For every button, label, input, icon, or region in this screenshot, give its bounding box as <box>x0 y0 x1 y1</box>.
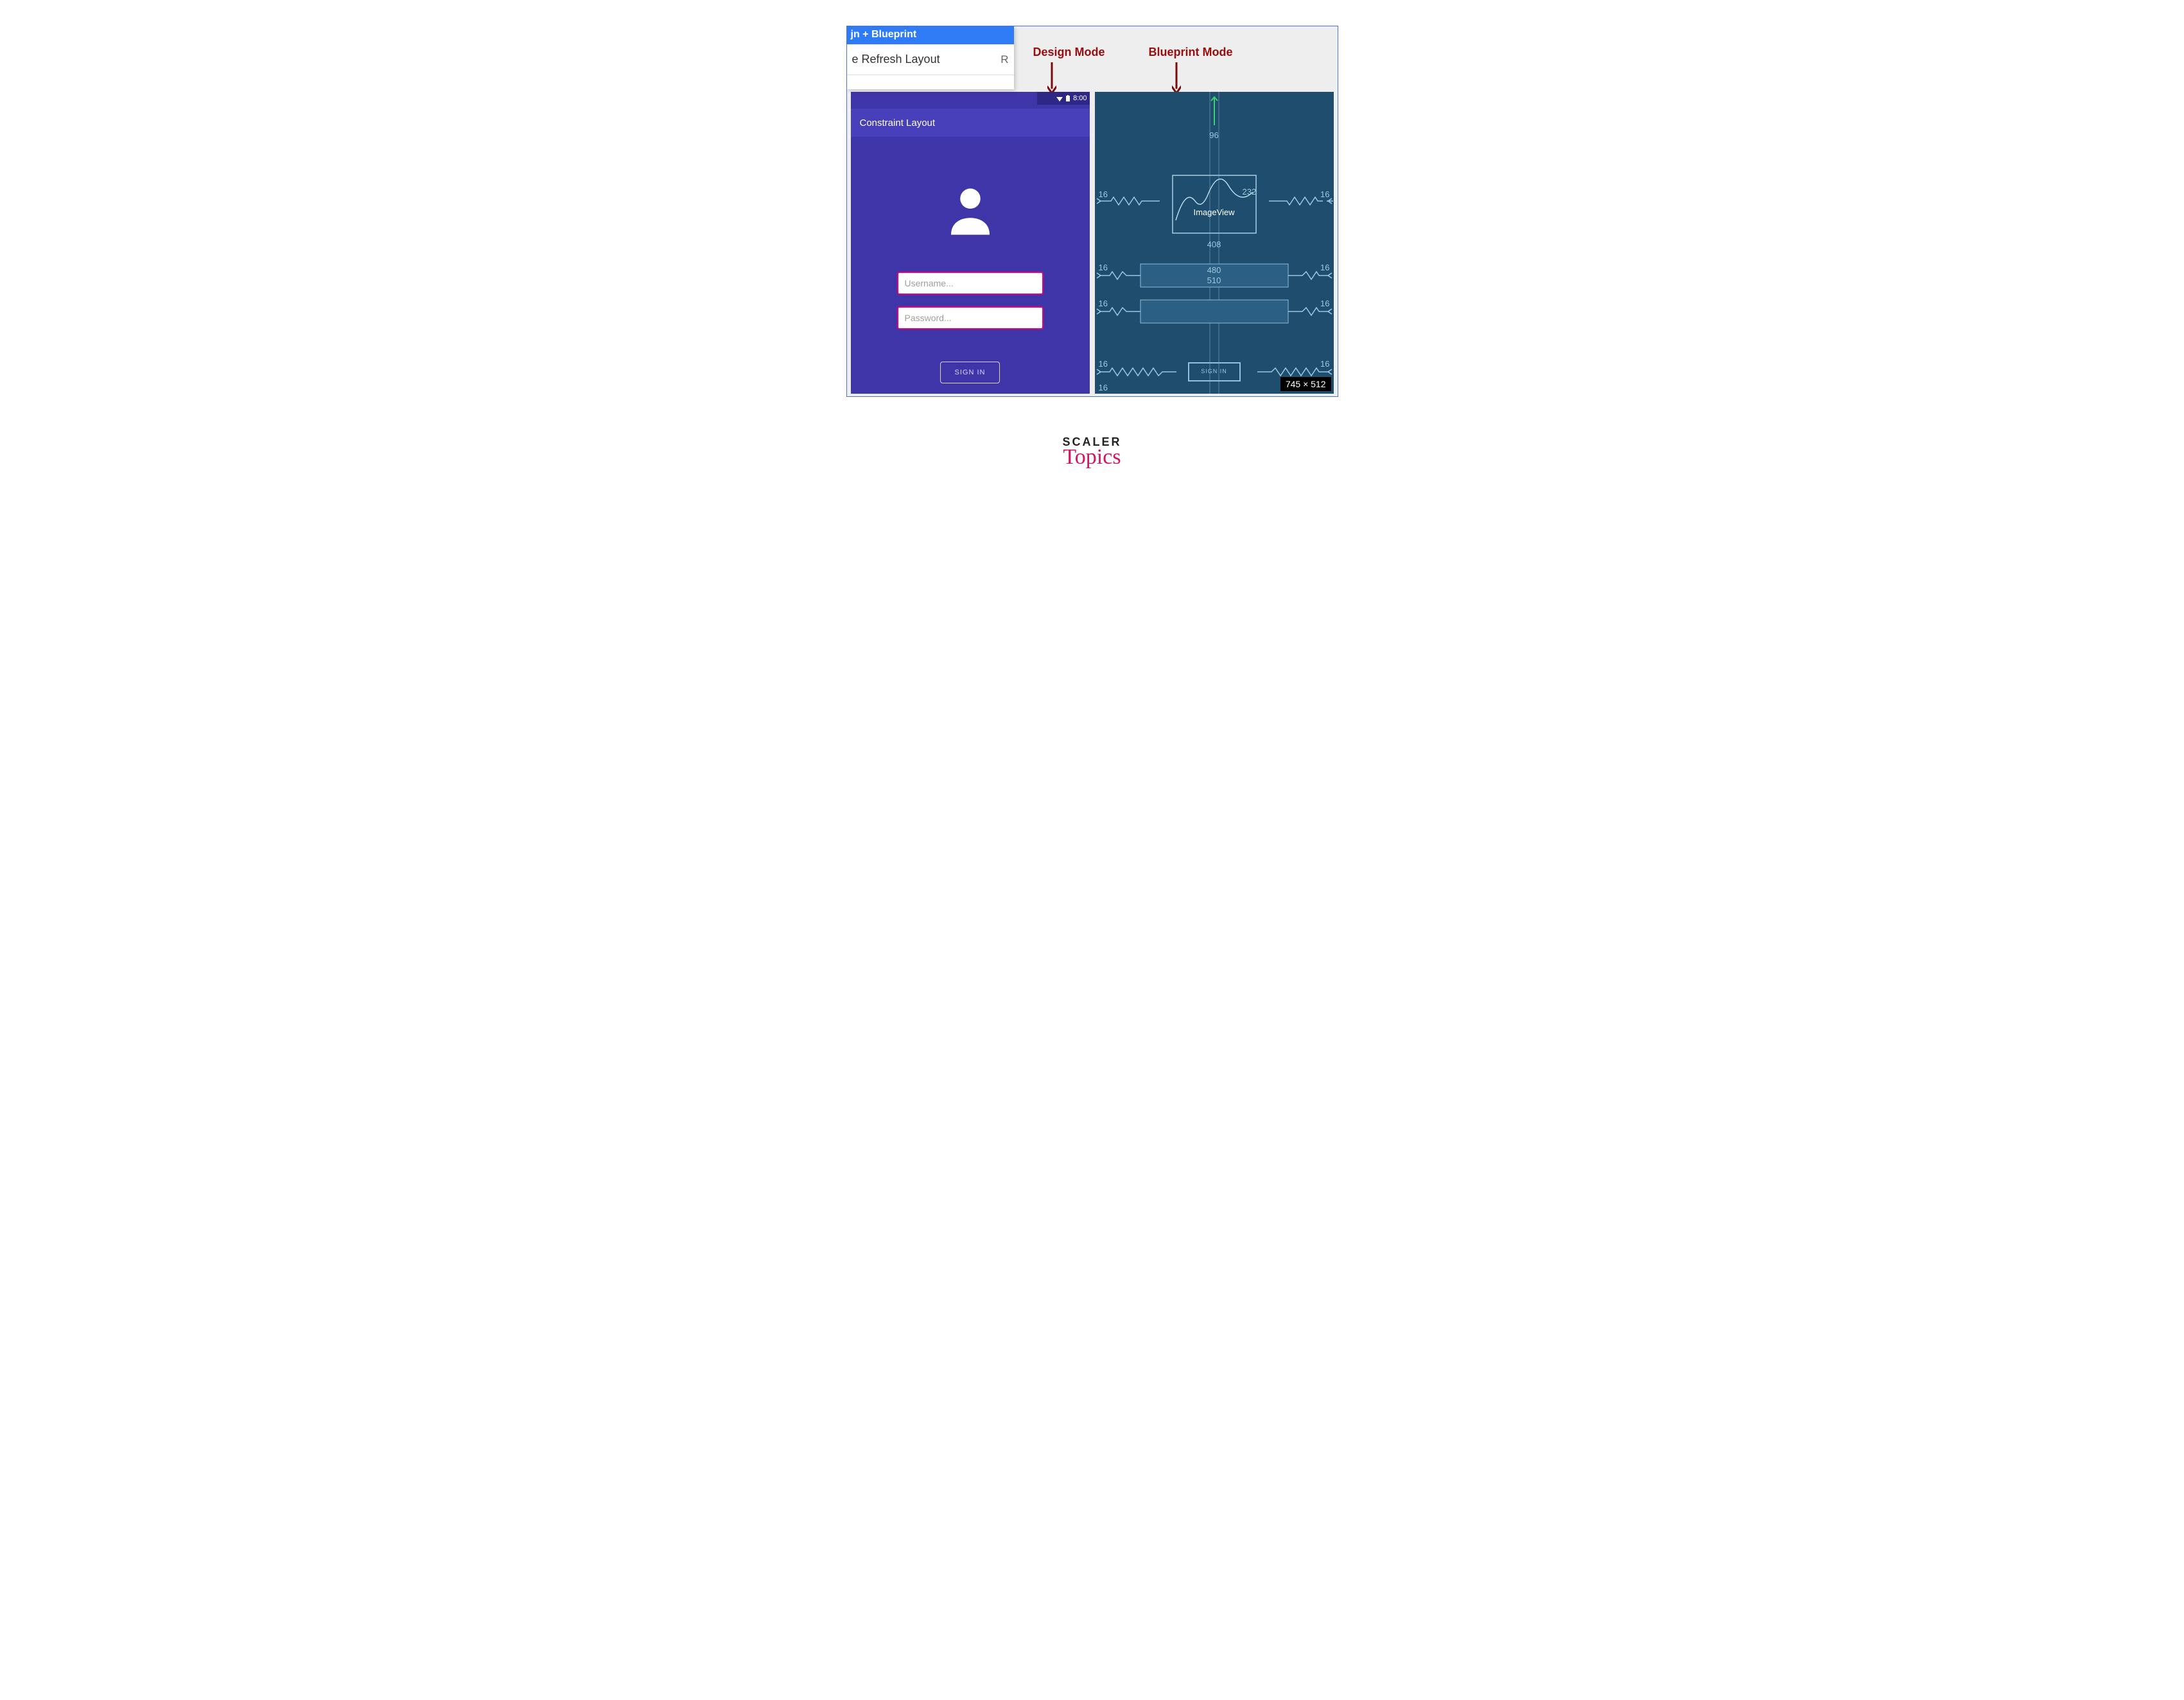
editor-frame: jn + Blueprint e Refresh Layout R Design… <box>846 26 1338 397</box>
signin-button[interactable]: SIGN IN <box>940 362 1000 383</box>
android-status-bar: 8:00 <box>1037 92 1090 105</box>
bp-imageview-label: ImageView <box>1193 207 1234 217</box>
arrow-blueprint-icon <box>1172 62 1181 94</box>
bp-signin-label: SIGN IN <box>1201 368 1227 374</box>
avatar-placeholder <box>851 182 1090 240</box>
battery-icon <box>1065 95 1071 101</box>
view-mode-dropdown: jn + Blueprint e Refresh Layout R <box>847 26 1014 89</box>
bp-row1-top: 480 <box>1207 265 1221 275</box>
status-time: 8:00 <box>1073 94 1087 102</box>
bp-margin-left-2: 16 <box>1099 263 1108 272</box>
design-mode-heading: Design Mode <box>1033 46 1105 59</box>
menu-item-refresh-layout[interactable]: e Refresh Layout R <box>847 44 1014 75</box>
preview-panels: 8:00 Constraint Layout Username... Passw… <box>851 92 1334 396</box>
username-input[interactable]: Username... <box>897 272 1044 295</box>
bp-margin-right-2: 16 <box>1320 263 1329 272</box>
bp-imageview-dim: 232 <box>1243 187 1257 197</box>
bp-margin-left-1: 16 <box>1099 189 1108 199</box>
bp-margin-left-3: 16 <box>1099 299 1108 308</box>
refresh-label: e Refresh Layout <box>852 53 940 66</box>
person-icon <box>941 182 999 240</box>
refresh-shortcut: R <box>1000 53 1008 66</box>
bp-margin-bottom: 16 <box>1099 383 1108 392</box>
blueprint-mode-heading: Blueprint Mode <box>1149 46 1233 59</box>
arrow-design-icon <box>1047 62 1056 94</box>
menu-item-blueprint[interactable]: jn + Blueprint <box>847 26 1014 44</box>
blueprint-preview-panel: 96 232 ImageView 408 16 16 16 16 480 510… <box>1095 92 1334 394</box>
appbar-title: Constraint Layout <box>851 109 1090 137</box>
design-preview-panel: 8:00 Constraint Layout Username... Passw… <box>851 92 1090 394</box>
bp-top-margin: 96 <box>1209 130 1218 140</box>
bp-margin-right-1: 16 <box>1320 189 1329 199</box>
bp-margin-right-4: 16 <box>1320 359 1329 369</box>
scaler-topics-watermark: SCALER Topics <box>1062 435 1121 469</box>
signal-icon <box>1056 95 1063 101</box>
bp-margin-left-4: 16 <box>1099 359 1108 369</box>
blueprint-size-badge: 745 × 512 <box>1280 377 1331 391</box>
topics-text: Topics <box>1062 445 1121 469</box>
bp-row1-bottom: 510 <box>1207 276 1221 285</box>
bp-margin-right-3: 16 <box>1320 299 1329 308</box>
bp-below-image: 408 <box>1207 240 1221 249</box>
password-input[interactable]: Password... <box>897 306 1044 329</box>
